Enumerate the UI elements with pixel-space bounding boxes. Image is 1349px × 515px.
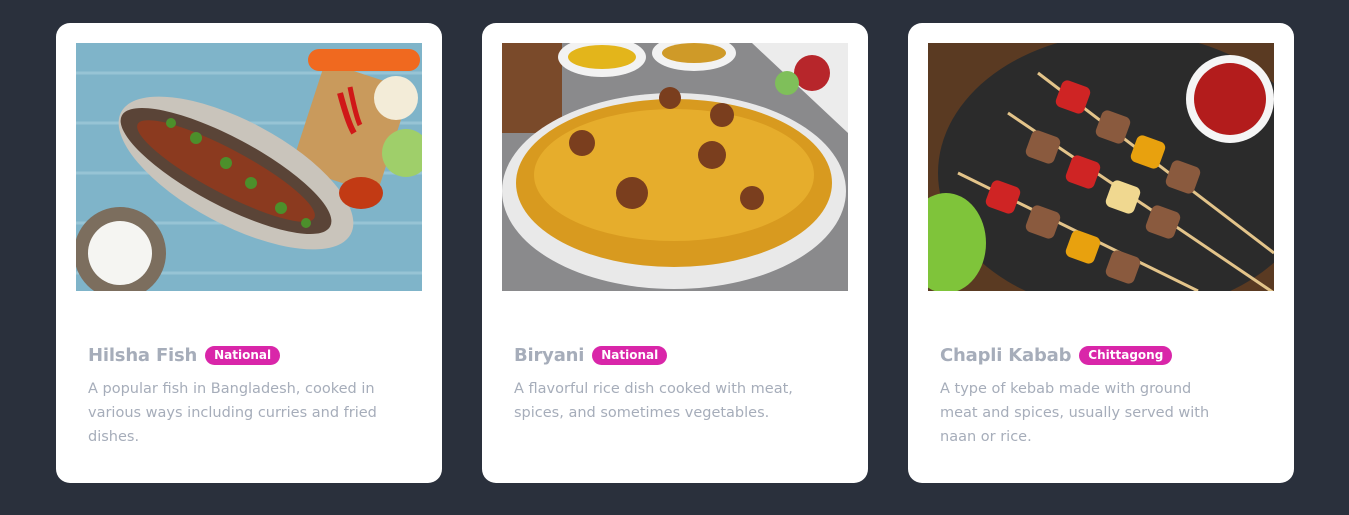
region-badge: Chittagong xyxy=(1079,345,1173,365)
region-badge: National xyxy=(205,345,281,365)
food-card-list: Hilsha Fish National A popular fish in B… xyxy=(56,23,1294,483)
chapli-kabab-image xyxy=(928,43,1274,291)
food-card[interactable]: Hilsha Fish National A popular fish in B… xyxy=(56,23,442,483)
food-card[interactable]: Chapli Kabab Chittagong A type of kebab … xyxy=(908,23,1294,483)
card-title-row: Chapli Kabab Chittagong xyxy=(940,343,1262,367)
food-card[interactable]: Biryani National A flavorful rice dish c… xyxy=(482,23,868,483)
card-body: Hilsha Fish National A popular fish in B… xyxy=(76,291,422,449)
card-title-row: Biryani National xyxy=(514,343,836,367)
card-description: A popular fish in Bangladesh, cooked in … xyxy=(88,381,377,445)
card-body: Biryani National A flavorful rice dish c… xyxy=(502,291,848,425)
card-description: A type of kebab made with ground meat an… xyxy=(940,381,1210,445)
card-body: Chapli Kabab Chittagong A type of kebab … xyxy=(928,291,1274,449)
hilsha-fish-image xyxy=(76,43,422,291)
card-description: A flavorful rice dish cooked with meat, … xyxy=(514,381,793,421)
region-badge: National xyxy=(592,345,668,365)
card-title-row: Hilsha Fish National xyxy=(88,343,410,367)
card-title: Chapli Kabab xyxy=(940,344,1072,366)
card-title: Hilsha Fish xyxy=(88,344,198,366)
card-title: Biryani xyxy=(514,344,585,366)
biryani-image xyxy=(502,43,848,291)
